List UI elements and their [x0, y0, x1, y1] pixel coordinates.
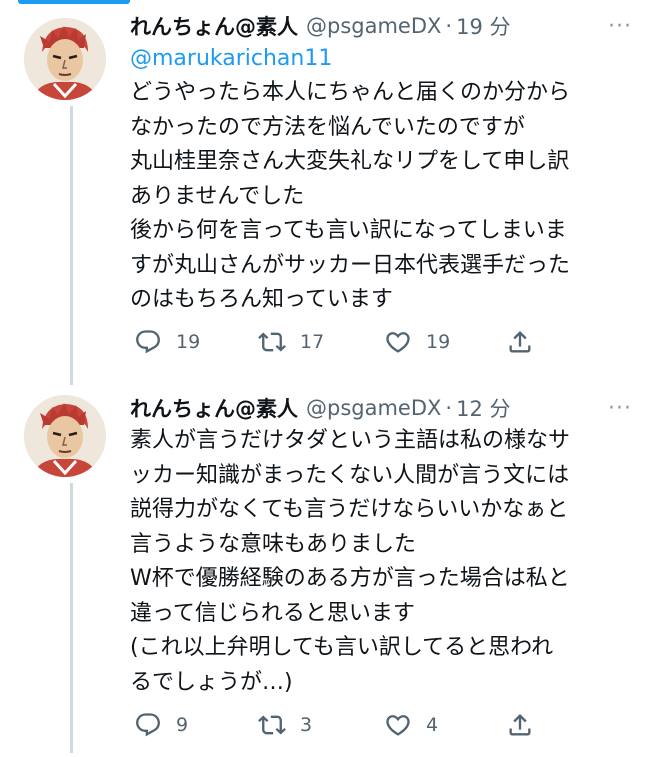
share-icon — [509, 714, 531, 736]
retweet-icon — [258, 332, 286, 352]
action-bar: 19 17 19 — [130, 322, 536, 362]
reply-button[interactable]: 9 — [134, 711, 188, 739]
display-name[interactable]: れんちょん@素人 — [130, 393, 298, 423]
retweet-button[interactable]: 3 — [258, 711, 312, 739]
more-options-icon[interactable]: ··· — [608, 14, 636, 39]
share-button[interactable] — [506, 711, 534, 739]
tweet[interactable]: れんちょん@素人 @psgameDX · 19 分 ··· @marukaric… — [0, 0, 650, 385]
tweet-text-line: ありませんでした — [130, 183, 305, 209]
tweet-text-line: 丸山桂里奈さん大変失礼なリプをして申し訳 — [130, 149, 570, 174]
share-icon — [509, 331, 531, 353]
tweet-text-line: (これ以上弁明しても言い訳してると思われ — [130, 635, 554, 660]
tweet-text-line: 言うような意味もありました — [130, 531, 417, 557]
tweet-text-line: 後から何を言っても言い訳になってしまいま — [130, 218, 567, 243]
separator-dot: · — [445, 396, 453, 420]
user-handle[interactable]: @psgameDX — [306, 396, 441, 420]
tweet-header: れんちょん@素人 @psgameDX · 12 分 ··· — [130, 392, 636, 424]
thread-line — [70, 483, 73, 753]
timestamp[interactable]: 19 分 — [456, 11, 510, 41]
like-count: 4 — [426, 714, 439, 736]
retweet-count: 3 — [300, 714, 313, 736]
action-bar: 9 3 4 — [130, 705, 536, 745]
like-button[interactable]: 19 — [384, 328, 450, 356]
like-count: 19 — [426, 331, 451, 353]
tweet-text: 素人が言うだけタダという主語は私の様なサ ッカー知識がまったくない人間が言う文に… — [130, 424, 636, 700]
avatar[interactable] — [24, 18, 106, 100]
tweet-text-line: 説得力がなくても言うだけならいいかなぁと — [130, 497, 569, 522]
avatar-illustration — [24, 395, 106, 477]
retweet-icon — [258, 715, 286, 735]
tweet-text: どうやったら本人にちゃんと届くのか分から なかったので方法を悩んでいたのですが … — [130, 76, 636, 318]
retweet-count: 17 — [300, 331, 325, 353]
tweet-content: れんちょん@素人 @psgameDX · 12 分 ··· 素人が言うだけタダと… — [130, 392, 636, 737]
tweet-content: れんちょん@素人 @psgameDX · 19 分 ··· @marukaric… — [130, 10, 636, 354]
user-handle[interactable]: @psgameDX — [306, 14, 441, 38]
heart-icon — [386, 715, 410, 736]
tweet-text-line: 違って信じられると思います — [130, 600, 415, 626]
tweet-text-line: るでしょうが…) — [130, 669, 293, 695]
avatar[interactable] — [24, 395, 106, 477]
reply-count: 19 — [176, 331, 201, 353]
heart-icon — [386, 332, 410, 353]
thread-line — [70, 106, 73, 385]
reply-icon — [136, 330, 160, 354]
tweet-text-line: ッカー知識がまったくない人間が言う文には — [130, 462, 570, 488]
share-button[interactable] — [506, 328, 534, 356]
reply-icon — [136, 713, 160, 737]
tweet-text-line: すが丸山さんがサッカー日本代表選手だった — [130, 252, 571, 278]
avatar-illustration — [24, 18, 106, 100]
separator-dot: · — [445, 14, 453, 38]
tweet-text-line: のはもちろん知っています — [130, 287, 393, 312]
reply-count: 9 — [176, 714, 189, 736]
tweet[interactable]: れんちょん@素人 @psgameDX · 12 分 ··· 素人が言うだけタダと… — [0, 385, 650, 757]
tweet-text-line: 素人が言うだけタダという主語は私の様なサ — [130, 428, 571, 453]
timestamp[interactable]: 12 分 — [456, 393, 510, 423]
display-name[interactable]: れんちょん@素人 — [130, 11, 298, 41]
more-options-icon[interactable]: ··· — [608, 396, 636, 421]
mention-link[interactable]: @marukarichan11 — [130, 42, 636, 76]
tweet-text-line: なかったので方法を悩んでいたのですが — [130, 114, 525, 140]
tweet-text-line: W杯で優勝経験のある方が言った場合は私と — [130, 566, 570, 591]
tweet-header: れんちょん@素人 @psgameDX · 19 分 ··· — [130, 10, 636, 42]
reply-button[interactable]: 19 — [134, 328, 200, 356]
tweet-text-line: どうやったら本人にちゃんと届くのか分から — [130, 80, 571, 105]
retweet-button[interactable]: 17 — [258, 328, 324, 356]
like-button[interactable]: 4 — [384, 711, 438, 739]
